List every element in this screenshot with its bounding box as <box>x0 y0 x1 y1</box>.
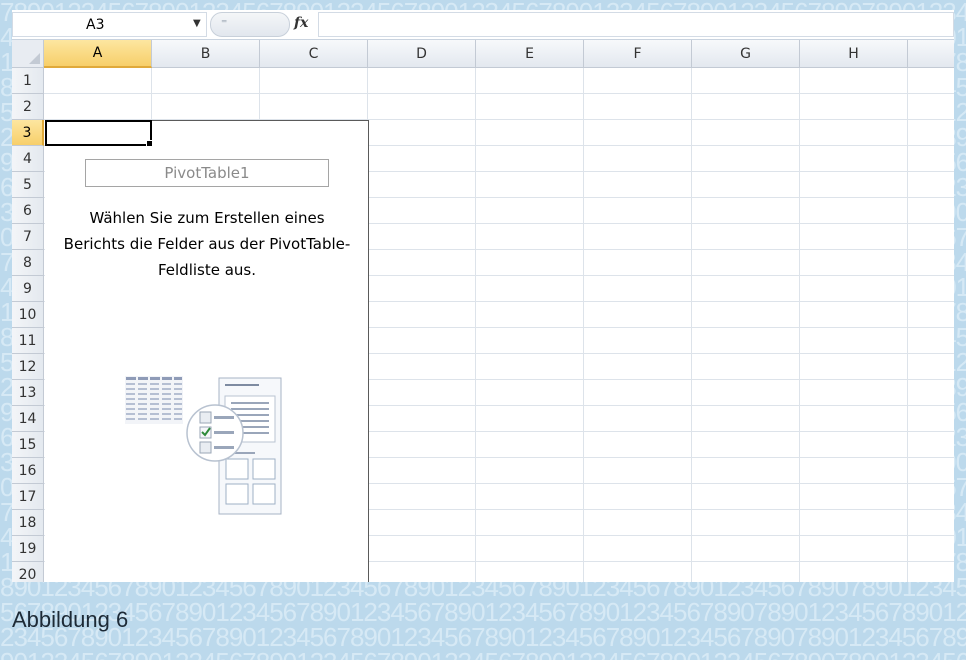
row-header-11[interactable]: 11 <box>12 328 44 354</box>
excel-window: A3 ▼ ⁼ fx PivotTable1 Wählen Sie zum Ers… <box>12 10 954 582</box>
formula-actions-pill: ⁼ <box>210 12 290 37</box>
column-header-overflow[interactable] <box>908 40 954 68</box>
row-header-15[interactable]: 15 <box>12 432 44 458</box>
row-header-4[interactable]: 4 <box>12 146 44 172</box>
figure-caption: Abbildung 6 <box>12 607 129 632</box>
pivot-message-line: Feldliste aus. <box>157 261 257 279</box>
pivot-message: Wählen Sie zum Erstellen eines Berichts … <box>45 205 369 283</box>
column-header-c[interactable]: C <box>260 40 368 68</box>
insert-function-icon[interactable]: fx <box>294 15 308 31</box>
row-header-5[interactable]: 5 <box>12 172 44 198</box>
select-all-button[interactable] <box>12 40 44 68</box>
select-all-triangle-icon <box>29 53 40 64</box>
pivot-table-placeholder[interactable]: PivotTable1 Wählen Sie zum Erstellen ein… <box>45 120 369 582</box>
row-header-10[interactable]: 10 <box>12 302 44 328</box>
row-header-17[interactable]: 17 <box>12 484 44 510</box>
row-header-3[interactable]: 3 <box>12 120 44 146</box>
row-header-13[interactable]: 13 <box>12 380 44 406</box>
checklist-magnifier-icon <box>186 404 244 462</box>
row-header-6[interactable]: 6 <box>12 198 44 224</box>
name-box-value: A3 <box>86 17 105 33</box>
row-header-1[interactable]: 1 <box>12 68 44 94</box>
name-box[interactable]: A3 ▼ <box>12 12 207 37</box>
column-header-e[interactable]: E <box>476 40 584 68</box>
pivot-message-line: Berichts die Felder aus der PivotTable- <box>63 235 351 253</box>
pivot-illustration-icon <box>125 376 282 515</box>
column-header-a[interactable]: A <box>44 40 152 68</box>
row-header-16[interactable]: 16 <box>12 458 44 484</box>
column-header-h[interactable]: H <box>800 40 908 68</box>
row-header-19[interactable]: 19 <box>12 536 44 562</box>
row-header-12[interactable]: 12 <box>12 354 44 380</box>
row-header-9[interactable]: 9 <box>12 276 44 302</box>
fill-handle[interactable] <box>146 140 153 147</box>
row-header-7[interactable]: 7 <box>12 224 44 250</box>
formula-bar: A3 ▼ ⁼ fx <box>12 10 954 40</box>
table-grid-icon <box>125 376 183 424</box>
chevron-down-icon[interactable]: ▼ <box>193 18 201 29</box>
column-header-d[interactable]: D <box>368 40 476 68</box>
pivot-message-line: Wählen Sie zum Erstellen eines <box>89 209 325 227</box>
digit-row: 9012345678901234567890123456789012345678… <box>0 649 966 660</box>
pivot-table-name-box: PivotTable1 <box>85 159 329 187</box>
row-header-2[interactable]: 2 <box>12 94 44 120</box>
column-header-b[interactable]: B <box>152 40 260 68</box>
row-header-20[interactable]: 20 <box>12 562 44 582</box>
column-header-g[interactable]: G <box>692 40 800 68</box>
row-header-18[interactable]: 18 <box>12 510 44 536</box>
formula-buttons: ⁼ fx <box>210 12 320 37</box>
column-header-f[interactable]: F <box>584 40 692 68</box>
active-cell-a3[interactable] <box>45 120 153 147</box>
row-header-8[interactable]: 8 <box>12 250 44 276</box>
row-header-14[interactable]: 14 <box>12 406 44 432</box>
formula-input[interactable] <box>318 12 954 37</box>
grip-icon: ⁼ <box>221 16 228 30</box>
